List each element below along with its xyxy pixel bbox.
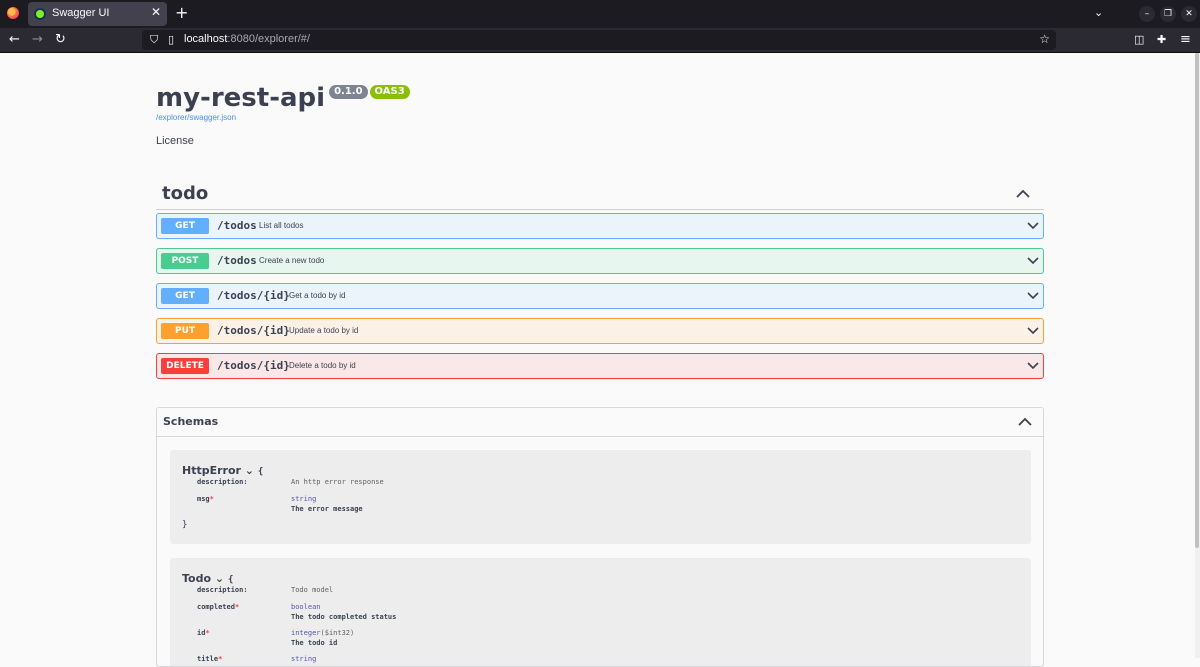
operation-path: /todos	[217, 219, 257, 232]
reload-icon[interactable]: ↻	[55, 32, 66, 48]
license-link[interactable]: License	[156, 135, 194, 147]
chevron-down-icon[interactable]: ⌄	[245, 464, 254, 477]
app-menu-icon[interactable]: ≡	[1180, 32, 1191, 48]
property-description: The error message	[291, 505, 363, 513]
property-type: string	[291, 655, 317, 663]
swagger-favicon-icon	[34, 8, 46, 20]
chevron-down-icon[interactable]: ⌄	[215, 572, 224, 585]
api-title-row: my-rest-api 0.1.0 OAS3	[156, 83, 410, 115]
operation-summary: Get a todo by id	[289, 291, 346, 300]
chevron-down-icon[interactable]	[1027, 327, 1039, 335]
minimize-window-icon[interactable]: –	[1139, 6, 1155, 22]
method-badge: GET	[161, 288, 209, 304]
operation-path: /todos	[217, 254, 257, 267]
chevron-down-icon[interactable]	[1027, 222, 1039, 230]
close-tab-icon[interactable]: ✕	[151, 5, 161, 19]
property-description: The todo completed status	[291, 613, 397, 621]
oas-badge: OAS3	[369, 85, 410, 99]
property-description: The todo id	[291, 639, 338, 647]
new-tab-button[interactable]: +	[175, 4, 188, 22]
method-badge: PUT	[161, 323, 209, 339]
operation-post-todos[interactable]: POST /todos Create a new todo	[156, 248, 1044, 274]
property-name: title*	[197, 655, 223, 663]
operation-path: /todos/{id}	[217, 324, 290, 337]
scrollbar-thumb[interactable]	[1195, 53, 1199, 548]
list-tabs-chevron-icon[interactable]: ⌄	[1094, 6, 1103, 19]
operation-summary: List all todos	[259, 221, 304, 230]
bookmark-star-icon[interactable]: ☆	[1039, 32, 1050, 46]
operation-path: /todos/{id}	[217, 289, 290, 302]
operation-get-todo-by-id[interactable]: GET /todos/{id} Get a todo by id	[156, 283, 1044, 309]
version-badge: 0.1.0	[329, 85, 368, 99]
page-scrollbar[interactable]	[1195, 53, 1200, 658]
chevron-up-icon[interactable]	[1016, 189, 1030, 199]
property-name: id*	[197, 629, 210, 637]
description-label: description:	[197, 478, 248, 486]
model-todo: Todo ⌄ { description: Todo model complet…	[170, 558, 1031, 666]
property-type: integer($int32)	[291, 629, 355, 637]
back-arrow-icon[interactable]: ←	[9, 32, 20, 48]
tag-todo-header[interactable]: todo	[156, 173, 1044, 210]
browser-tab-bar: Swagger UI ✕ + ⌄ – ❐ ✕	[0, 0, 1200, 28]
firefox-logo-icon[interactable]	[7, 7, 19, 19]
swagger-json-link[interactable]: /explorer/swagger.json	[156, 113, 236, 122]
page-info-icon[interactable]: ▯	[168, 33, 174, 46]
model-description: An http error response	[291, 478, 384, 486]
method-badge: DELETE	[161, 358, 209, 374]
model-brace-close: }	[182, 520, 188, 530]
property-name: completed*	[197, 603, 240, 611]
operation-put-todo-by-id[interactable]: PUT /todos/{id} Update a todo by id	[156, 318, 1044, 344]
property-type: string	[291, 495, 317, 503]
operation-summary: Create a new todo	[259, 256, 325, 265]
model-name-toggle[interactable]: HttpError ⌄ {	[182, 464, 263, 477]
address-bar[interactable]: ⛉ ▯ localhost:8080/explorer/#/ ☆	[142, 30, 1056, 50]
url-text[interactable]: localhost:8080/explorer/#/	[184, 33, 310, 45]
operation-summary: Update a todo by id	[289, 326, 359, 335]
method-badge: GET	[161, 218, 209, 234]
property-name: msg*	[197, 495, 214, 503]
browser-nav-bar: ← → ↻ ⛉ ▯ localhost:8080/explorer/#/ ☆ ◫…	[0, 28, 1200, 53]
chevron-up-icon[interactable]	[1018, 417, 1032, 427]
schemas-title: Schemas	[163, 415, 219, 428]
schemas-section: Schemas HttpError ⌄ { description: An ht…	[156, 407, 1044, 667]
api-title: my-rest-api	[156, 83, 326, 113]
operation-get-todos[interactable]: GET /todos List all todos	[156, 213, 1044, 239]
schemas-header[interactable]: Schemas	[157, 408, 1043, 437]
extensions-puzzle-icon[interactable]: ✚	[1157, 32, 1166, 48]
model-name-toggle[interactable]: Todo ⌄ {	[182, 572, 233, 585]
model-httperror: HttpError ⌄ { description: An http error…	[170, 450, 1031, 544]
operation-path: /todos/{id}	[217, 359, 290, 372]
method-badge: POST	[161, 253, 209, 269]
forward-arrow-icon[interactable]: →	[32, 32, 43, 48]
restore-window-icon[interactable]: ❐	[1160, 6, 1176, 22]
tag-name: todo	[162, 183, 209, 204]
tracking-shield-icon[interactable]: ⛉	[150, 33, 158, 47]
pocket-icon[interactable]: ◫	[1134, 32, 1144, 48]
property-type: boolean	[291, 603, 321, 611]
description-label: description:	[197, 586, 248, 594]
browser-tab-swagger[interactable]: Swagger UI ✕	[28, 2, 167, 26]
operation-delete-todo-by-id[interactable]: DELETE /todos/{id} Delete a todo by id	[156, 353, 1044, 379]
close-window-icon[interactable]: ✕	[1181, 6, 1197, 22]
model-description: Todo model	[291, 586, 334, 594]
chevron-down-icon[interactable]	[1027, 292, 1039, 300]
chevron-down-icon[interactable]	[1027, 362, 1039, 370]
tab-title: Swagger UI	[52, 7, 110, 19]
chevron-down-icon[interactable]	[1027, 257, 1039, 265]
operation-summary: Delete a todo by id	[289, 361, 356, 370]
